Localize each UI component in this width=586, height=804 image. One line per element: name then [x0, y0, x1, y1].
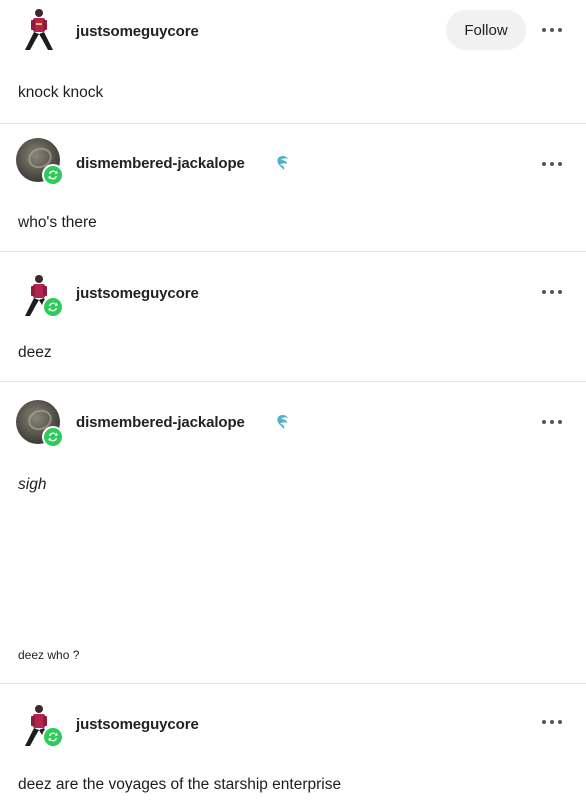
post-header: justsomeguycore — [0, 252, 586, 318]
avatar[interactable] — [16, 274, 64, 318]
post-text: who's there — [18, 214, 97, 231]
reblog-icon — [42, 164, 64, 186]
avatar-figure-icon — [25, 9, 53, 50]
more-options-icon[interactable] — [542, 419, 562, 425]
post-subtext: deez who ? — [18, 648, 80, 662]
username[interactable]: dismembered-jackalope — [76, 155, 245, 172]
post: justsomeguycore Follow knock knock — [0, 0, 586, 124]
post: justsomeguycore deez are the voyages of … — [0, 684, 586, 804]
username[interactable]: justsomeguycore — [76, 23, 199, 40]
more-options-icon[interactable] — [542, 161, 562, 167]
follow-button[interactable]: Follow — [446, 10, 526, 50]
username[interactable]: justsomeguycore — [76, 285, 199, 302]
reblog-icon — [42, 726, 64, 748]
avatar[interactable] — [16, 138, 64, 186]
post: justsomeguycore deez — [0, 252, 586, 382]
more-options-icon[interactable] — [542, 27, 562, 33]
more-options-icon[interactable] — [542, 719, 562, 725]
avatar[interactable] — [16, 704, 64, 748]
post-text: sigh — [18, 476, 47, 493]
tumblr-badge-icon — [277, 414, 288, 429]
reblog-icon — [42, 296, 64, 318]
post-header: dismembered-jackalope — [0, 382, 586, 448]
avatar[interactable] — [16, 8, 60, 52]
reblog-icon — [42, 426, 64, 448]
post-header: justsomeguycore Follow — [0, 0, 586, 60]
username[interactable]: justsomeguycore — [76, 716, 199, 733]
avatar[interactable] — [16, 400, 64, 448]
post: dismembered-jackalope sigh deez who ? — [0, 382, 586, 684]
more-options-icon[interactable] — [542, 289, 562, 295]
post-header: dismembered-jackalope — [0, 124, 586, 186]
post-text: deez are the voyages of the starship ent… — [18, 776, 342, 793]
username[interactable]: dismembered-jackalope — [76, 414, 245, 431]
post-header: justsomeguycore — [0, 684, 586, 748]
post: dismembered-jackalope who's there — [0, 124, 586, 252]
post-text: deez — [18, 344, 52, 361]
tumblr-badge-icon — [277, 155, 288, 170]
post-text: knock knock — [18, 84, 104, 101]
